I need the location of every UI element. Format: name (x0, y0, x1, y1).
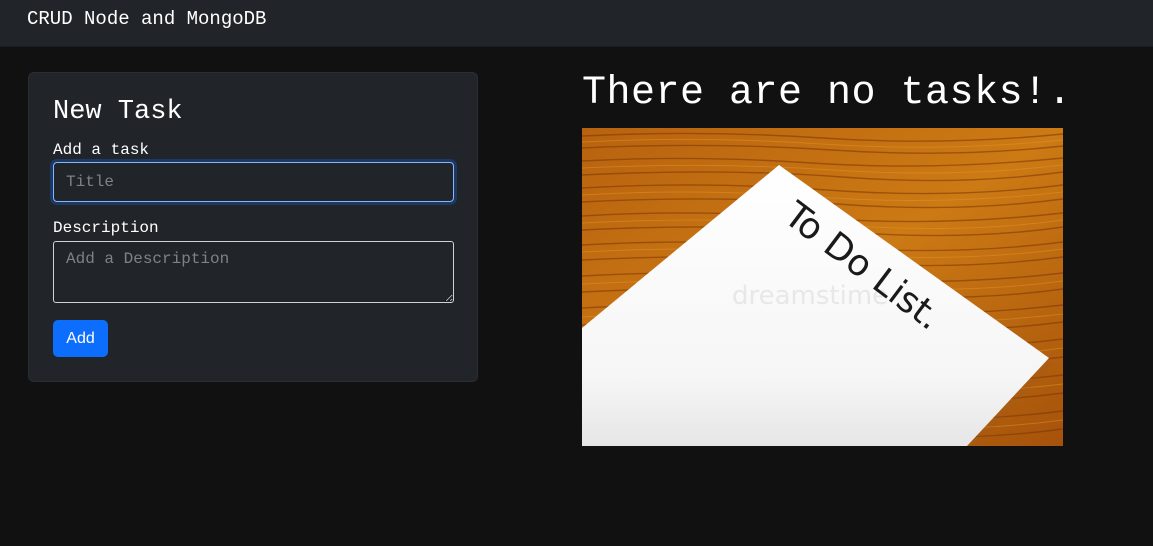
todo-list-image: dreamstime To Do List. (582, 128, 1063, 446)
new-task-heading: New Task (53, 97, 183, 127)
description-textarea[interactable] (53, 241, 454, 303)
new-task-card: New Task Add a task Description Add (28, 72, 478, 382)
description-label: Description (53, 219, 159, 237)
navbar: CRUD Node and MongoDB (0, 0, 1153, 47)
task-title-label: Add a task (53, 141, 150, 159)
navbar-brand[interactable]: CRUD Node and MongoDB (27, 7, 266, 31)
empty-tasks-message: There are no tasks!. (582, 71, 1073, 116)
add-button[interactable]: Add (53, 320, 108, 357)
task-title-input[interactable] (53, 162, 454, 202)
